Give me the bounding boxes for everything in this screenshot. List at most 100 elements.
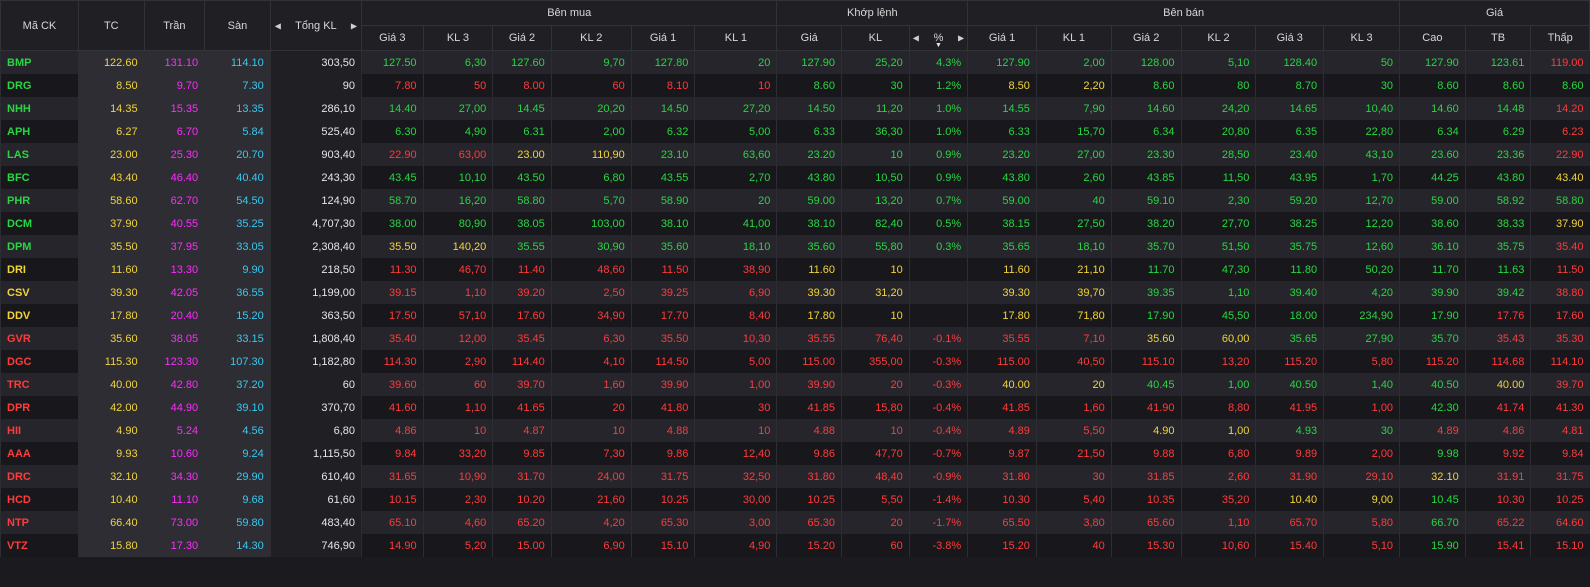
header-buy-col[interactable]: KL 1 [694,25,778,51]
right-arrow-icon[interactable]: ▶ [351,21,357,30]
header-sell-col[interactable]: Giá 1 [967,25,1037,51]
bid-price-cell: 58.70 [361,189,424,212]
bid-volume-cell: 33,20 [422,442,493,465]
price-stat-cell: 119.00 [1530,50,1590,74]
header-buy-col[interactable]: Giá 2 [492,25,552,51]
header-buy-col[interactable]: KL 2 [550,25,632,51]
symbol-cell: NTP [0,511,79,534]
ask-volume-cell: 3,80 [1035,511,1112,534]
bid-volume-cell: 24,00 [550,465,632,488]
header-sell-side: Bên bán [967,0,1401,26]
ask-price-cell: 35.65 [1255,327,1324,350]
ask-volume-cell: 21,50 [1035,442,1112,465]
table-row[interactable]: DGC 115.30 123.30 107.30 1,182,80 114.30 2,90 1… [0,350,1590,373]
table-row[interactable]: HCD 10.40 11.10 9.68 61,60 10.15 2,30 10.20 21,6… [0,488,1590,511]
header-buy-col[interactable]: Giá 1 [630,25,696,51]
header-price-col[interactable]: Thấp [1530,25,1590,51]
bid-price-cell: 11.50 [630,258,695,281]
ask-volume-cell: 50 [1323,50,1400,74]
table-row[interactable]: NHH 14.35 15.35 13.35 286,10 14.40 27,00 14.45 2… [0,97,1590,120]
table-row[interactable]: VTZ 15.80 17.30 14.30 746,90 14.90 5,20 15.00 6,… [0,534,1590,557]
match-volume-cell: 20 [841,373,910,396]
table-row[interactable]: DDV 17.80 20.40 15.20 363,50 17.50 57,10 17.60 3… [0,304,1590,327]
bid-volume-cell: 4,90 [694,534,777,557]
header-match-percent[interactable]: ◀% ▼ ▶ [908,25,969,51]
table-row[interactable]: DRI 11.60 13.30 9.90 218,50 11.30 46,70 11.40 48… [0,258,1590,281]
table-row[interactable]: HII 4.90 5.24 4.56 6,80 4.86 10 4.87 10 4.88 10 4.8… [0,419,1590,442]
header-floor[interactable]: Sàn [204,0,271,51]
bid-volume-cell: 8,40 [694,304,777,327]
bid-volume-cell: 10,10 [422,166,493,189]
bid-price-cell: 35.40 [361,327,424,350]
bid-price-cell: 127.60 [492,50,552,74]
header-symbol[interactable]: Mã CK [0,0,79,51]
table-row[interactable]: BFC 43.40 46.40 40.40 243,30 43.45 10,10 43.50 6… [0,166,1590,189]
price-stat-cell: 115.20 [1399,350,1466,373]
match-price-cell: 43.80 [776,166,842,189]
symbol-cell: DRG [0,74,79,97]
table-row[interactable]: TRC 40.00 42.80 37.20 60 39.60 60 39.70 1,60 39.9… [0,373,1590,396]
table-row[interactable]: APH 6.27 6.70 5.84 525,40 6.30 4,90 6.31 2,00 6.3… [0,120,1590,143]
floor-price-cell: 20.70 [204,143,271,166]
table-row[interactable]: BMP 122.60 131.10 114.10 303,50 127.50 6,30 127… [0,50,1590,74]
match-percent-cell: 4.3% [908,50,968,74]
table-row[interactable]: DRC 32.10 34.30 29.90 610,40 31.65 10,90 31.70 2… [0,465,1590,488]
price-stat-cell: 127.90 [1399,50,1466,74]
header-price-col[interactable]: TB [1464,25,1532,51]
bid-volume-cell: 18,10 [694,235,777,258]
table-row[interactable]: DCM 37.90 40.55 35.25 4,707,30 38.00 80,90 38.0… [0,212,1590,235]
symbol-cell: GVR [0,327,79,350]
sort-down-icon[interactable]: ▼ [935,42,942,49]
ask-price-cell: 39.35 [1110,281,1182,304]
table-row[interactable]: GVR 35.60 38.05 33.15 1,808,40 35.40 12,00 35.4… [0,327,1590,350]
header-buy-col[interactable]: Giá 3 [361,25,424,51]
price-stat-cell: 6.34 [1399,120,1466,143]
bid-price-cell: 58.90 [630,189,695,212]
header-match-price[interactable]: Giá [776,25,843,51]
table-row[interactable]: DPR 42.00 44.90 39.10 370,70 41.60 1,10 41.65 20… [0,396,1590,419]
right-arrow-icon[interactable]: ▶ [958,34,964,43]
left-arrow-icon[interactable]: ◀ [913,34,919,43]
table-row[interactable]: NTP 66.40 73.00 59.80 483,40 65.10 4,60 65.20 4,… [0,511,1590,534]
floor-price-cell: 33.15 [204,327,271,350]
header-match-volume[interactable]: KL [841,25,910,51]
ceil-price-cell: 123.30 [143,350,205,373]
header-sell-col[interactable]: KL 2 [1180,25,1257,51]
match-percent-cell: -1.7% [908,511,968,534]
header-ref[interactable]: TC [77,0,145,51]
bid-volume-cell: 2,90 [422,350,493,373]
header-total-volume[interactable]: ◀ Tổng KL ▶ [269,0,363,51]
price-stat-cell: 37.90 [1530,212,1590,235]
header-ceil[interactable]: Trần [143,0,206,51]
ref-price-cell: 6.27 [77,120,145,143]
ask-price-cell: 11.60 [967,258,1037,281]
bid-volume-cell: 110,90 [550,143,632,166]
bid-price-cell: 58.80 [492,189,552,212]
match-volume-cell: 13,20 [841,189,910,212]
ask-volume-cell: 12,70 [1323,189,1400,212]
bid-volume-cell: 12,00 [422,327,493,350]
table-row[interactable]: AAA 9.93 10.60 9.24 1,115,50 9.84 33,20 9.85 7,3… [0,442,1590,465]
header-sell-col[interactable]: Giá 3 [1255,25,1325,51]
table-row[interactable]: CSV 39.30 42.05 36.55 1,199,00 39.15 1,10 39.20… [0,281,1590,304]
left-arrow-icon[interactable]: ◀ [275,21,281,30]
table-row[interactable]: DRG 8.50 9.70 7.30 90 7.80 50 8.00 60 8.10 10 8.60 3… [0,74,1590,97]
ask-price-cell: 6.34 [1110,120,1182,143]
match-price-cell: 15.20 [776,534,842,557]
table-row[interactable]: LAS 23.00 25.30 20.70 903,40 22.90 63,00 23.00 1… [0,143,1590,166]
header-sell-col[interactable]: KL 3 [1323,25,1401,51]
table-row[interactable]: DPM 35.50 37.95 33.05 2,308,40 35.50 140,20 35.… [0,235,1590,258]
bid-price-cell: 15.10 [630,534,695,557]
header-buy-col[interactable]: KL 3 [422,25,494,51]
price-stat-cell: 114.10 [1530,350,1590,373]
ask-price-cell: 17.90 [1110,304,1182,327]
price-stat-cell: 38.33 [1464,212,1531,235]
price-stat-cell: 58.80 [1530,189,1590,212]
bid-price-cell: 39.70 [492,373,552,396]
table-row[interactable]: PHR 58.60 62.70 54.50 124,90 58.70 16,20 58.80 5… [0,189,1590,212]
ask-volume-cell: 2,60 [1180,465,1256,488]
header-price-col[interactable]: Cao [1399,25,1466,51]
header-sell-col[interactable]: KL 1 [1035,25,1112,51]
match-price-cell: 59.00 [776,189,842,212]
header-sell-col[interactable]: Giá 2 [1110,25,1182,51]
